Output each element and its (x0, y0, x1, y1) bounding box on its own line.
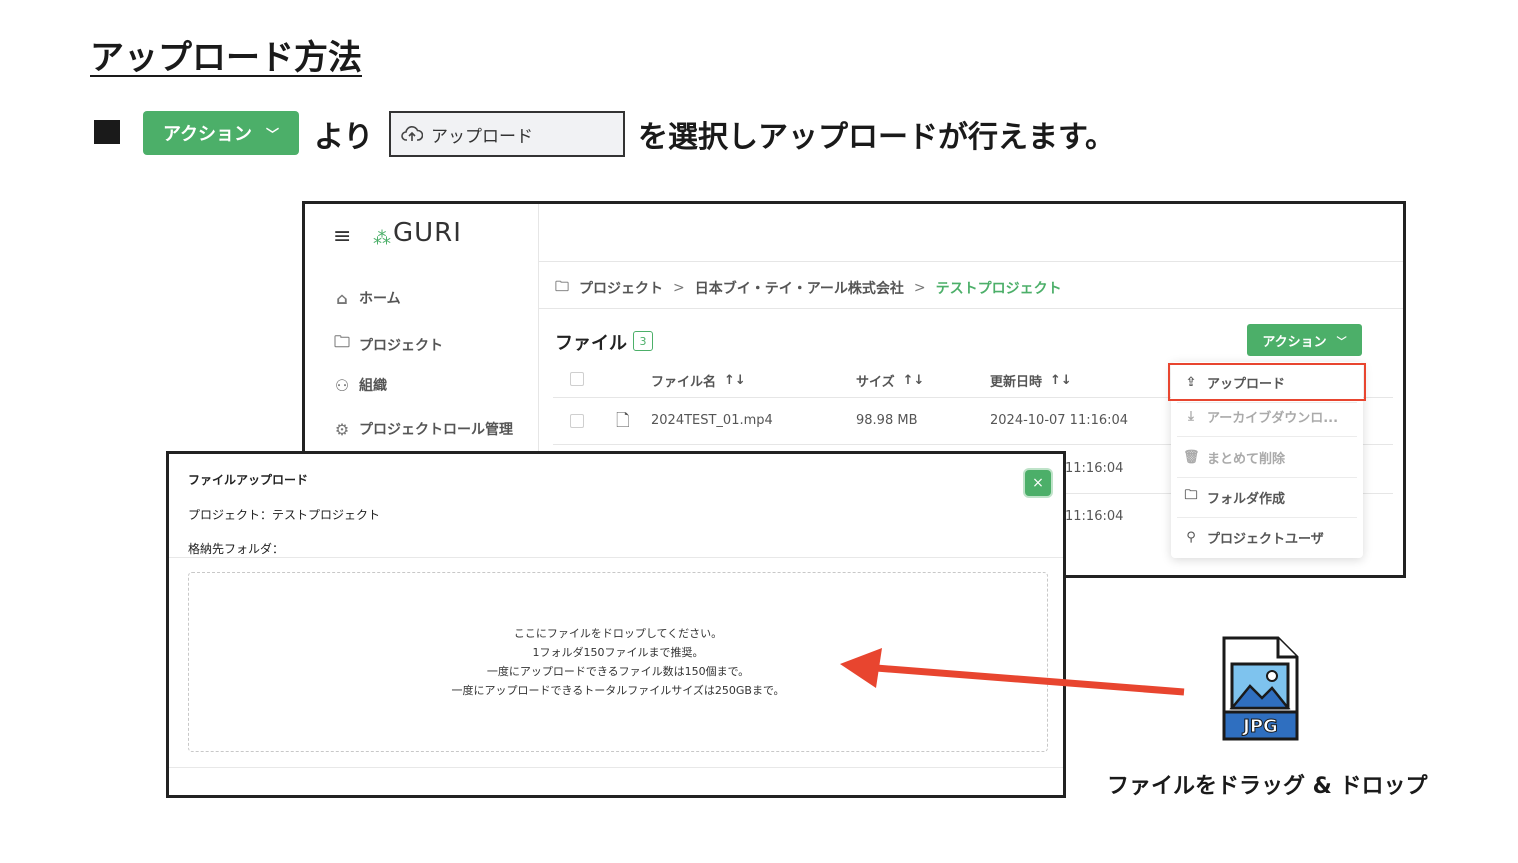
breadcrumb: 🗀 プロジェクト > 日本ブイ・テイ・アール株式会社 > テストプロジェクト (555, 276, 1062, 300)
sort-icon[interactable]: ↑↓ (1050, 373, 1072, 388)
instruction-suffix-text: を選択しアップロードが行えます。 (638, 120, 1115, 155)
modal-divider (169, 557, 1063, 558)
menu-item-label: まとめて削除 (1207, 451, 1286, 467)
modal-folder-line: 格納先フォルダ： (188, 542, 285, 556)
cloud-upload-icon (401, 126, 423, 141)
user-plus-icon: ⚲ (1186, 529, 1196, 545)
checkbox[interactable] (570, 372, 584, 386)
file-updated: 11:16:04 (1065, 509, 1124, 524)
inline-upload-option: アップロード (389, 111, 625, 157)
group-icon: ⚇ (334, 375, 350, 395)
breadcrumb-org[interactable]: 日本ブイ・テイ・アール株式会社 (695, 278, 904, 298)
column-header-size[interactable]: サイズ ↑↓ (856, 371, 924, 390)
jpg-file-icon: JPG (1222, 636, 1299, 741)
chevron-down-icon: ﹀ (266, 127, 280, 143)
dropzone-text: 一度にアップロードできるファイル数は150個まで。 (486, 665, 750, 678)
inline-upload-label: アップロード (431, 126, 533, 147)
file-size: 98.98 MB (856, 413, 918, 428)
bullet-square (94, 120, 120, 144)
sidebar-item-label: ホーム (359, 291, 401, 307)
sidebar-item-label: プロジェクトロール管理 (359, 422, 513, 438)
sidebar-item-home[interactable]: ⌂ ホーム (333, 288, 401, 308)
chevron-down-icon: ﹀ (1336, 336, 1347, 348)
menu-item-label: プロジェクトユーザ (1207, 531, 1324, 547)
archive-download-icon: ⤓ (1188, 408, 1194, 424)
row-checkbox[interactable] (570, 414, 584, 428)
sidebar-item-project-role[interactable]: ⚙ プロジェクトロール管理 (333, 419, 513, 439)
file-count-badge: 3 (633, 331, 653, 351)
dropzone-text: ここにファイルをドロップしてください。 (513, 627, 723, 640)
logo-mark-icon: ⁂ (373, 228, 391, 249)
menu-item-archive-download[interactable]: ⤓ アーカイブダウンロ... (1171, 396, 1363, 436)
logo: ⁂ GURI (373, 218, 462, 248)
action-button-label: アクション (1262, 334, 1327, 350)
menu-item-label: アーカイブダウンロ... (1207, 410, 1339, 426)
home-icon: ⌂ (336, 288, 348, 308)
menu-item-bulk-delete[interactable]: 🗑 まとめて削除 (1171, 437, 1363, 477)
sort-icon[interactable]: ↑↓ (724, 373, 746, 388)
file-updated: 11:16:04 (1065, 461, 1124, 476)
column-header-name[interactable]: ファイル名 ↑↓ (651, 371, 746, 390)
modal-divider (169, 767, 1063, 768)
folder-icon: 🗀 (333, 332, 350, 351)
sidebar-item-project[interactable]: 🗀 プロジェクト (333, 331, 443, 358)
sidebar-item-organization[interactable]: ⚇ 組織 (333, 375, 387, 395)
drag-drop-caption: ファイルをドラッグ & ドロップ (1107, 774, 1428, 799)
inline-action-label: アクション (162, 124, 253, 145)
upload-highlight-box (1168, 363, 1366, 401)
gear-icon: ⚙ (334, 419, 350, 439)
modal-title: ファイルアップロード (188, 473, 309, 487)
folder-plus-icon: 🗀 (1184, 488, 1198, 503)
dropzone-text: 1フォルダ150ファイルまで推奨。 (532, 646, 704, 659)
column-header-label: サイズ (856, 375, 895, 390)
sidebar-item-label: 組織 (359, 378, 387, 394)
jpg-label: JPG (1241, 716, 1278, 737)
breadcrumb-divider (539, 308, 1403, 309)
menu-item-create-folder[interactable]: 🗀 フォルダ作成 (1171, 477, 1363, 517)
drag-arrow (840, 648, 1185, 696)
folder-icon: 🗀 (555, 279, 569, 295)
breadcrumb-separator: > (913, 280, 926, 296)
dropzone-text: 一度にアップロードできるトータルファイルサイズは250GBまで。 (451, 684, 785, 697)
breadcrumb-root[interactable]: プロジェクト (579, 278, 663, 298)
trash-icon: 🗑 (1183, 449, 1200, 465)
topbar-divider (539, 261, 1403, 262)
instruction-between-text: より (314, 120, 374, 155)
action-button[interactable]: アクション ﹀ (1247, 324, 1362, 356)
sidebar-item-label: プロジェクト (359, 337, 443, 354)
file-icon: 🗋 (616, 411, 630, 431)
file-name[interactable]: 2024TEST_01.mp4 (651, 413, 773, 428)
files-title: ファイル (555, 333, 627, 354)
sort-icon[interactable]: ↑↓ (903, 373, 925, 388)
logo-text: GURI (393, 218, 462, 248)
close-icon[interactable]: × (1025, 470, 1051, 496)
inline-action-button: アクション ﹀ (143, 111, 299, 155)
page-title: アップロード方法 (90, 38, 362, 78)
file-updated: 2024-10-07 11:16:04 (990, 413, 1129, 428)
breadcrumb-separator: > (673, 280, 685, 296)
breadcrumb-current: テストプロジェクト (935, 281, 1062, 297)
column-header-label: 更新日時 (990, 375, 1043, 390)
select-all-checkbox[interactable] (570, 372, 584, 386)
hamburger-menu-icon[interactable]: ≡ (333, 224, 351, 249)
modal-project-line: プロジェクト：テストプロジェクト (188, 508, 381, 522)
menu-item-label: フォルダ作成 (1207, 491, 1286, 507)
menu-item-project-user[interactable]: ⚲ プロジェクトユーザ (1171, 517, 1363, 557)
column-header-label: ファイル名 (651, 375, 717, 390)
column-header-updated[interactable]: 更新日時 ↑↓ (990, 371, 1072, 390)
file-upload-modal: ファイルアップロード × プロジェクト：テストプロジェクト 格納先フォルダ： こ… (166, 451, 1066, 798)
